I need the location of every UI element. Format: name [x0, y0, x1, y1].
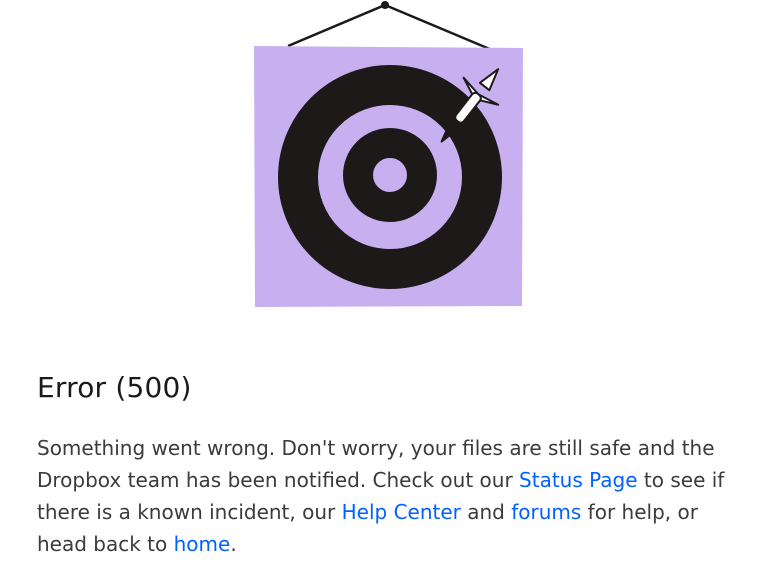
target-dart-icon: [254, 1, 523, 307]
help-center-link[interactable]: Help Center: [342, 500, 461, 524]
home-link[interactable]: home: [174, 532, 231, 556]
message-text-5: .: [230, 532, 237, 556]
error-illustration: [240, 0, 540, 320]
error-content: Error (500) Something went wrong. Don't …: [37, 368, 737, 560]
error-message: Something went wrong. Don't worry, your …: [37, 432, 737, 560]
message-text-3: and: [460, 500, 512, 524]
status-page-link[interactable]: Status Page: [519, 468, 638, 492]
forums-link[interactable]: forums: [511, 500, 581, 524]
error-title: Error (500): [37, 371, 192, 404]
